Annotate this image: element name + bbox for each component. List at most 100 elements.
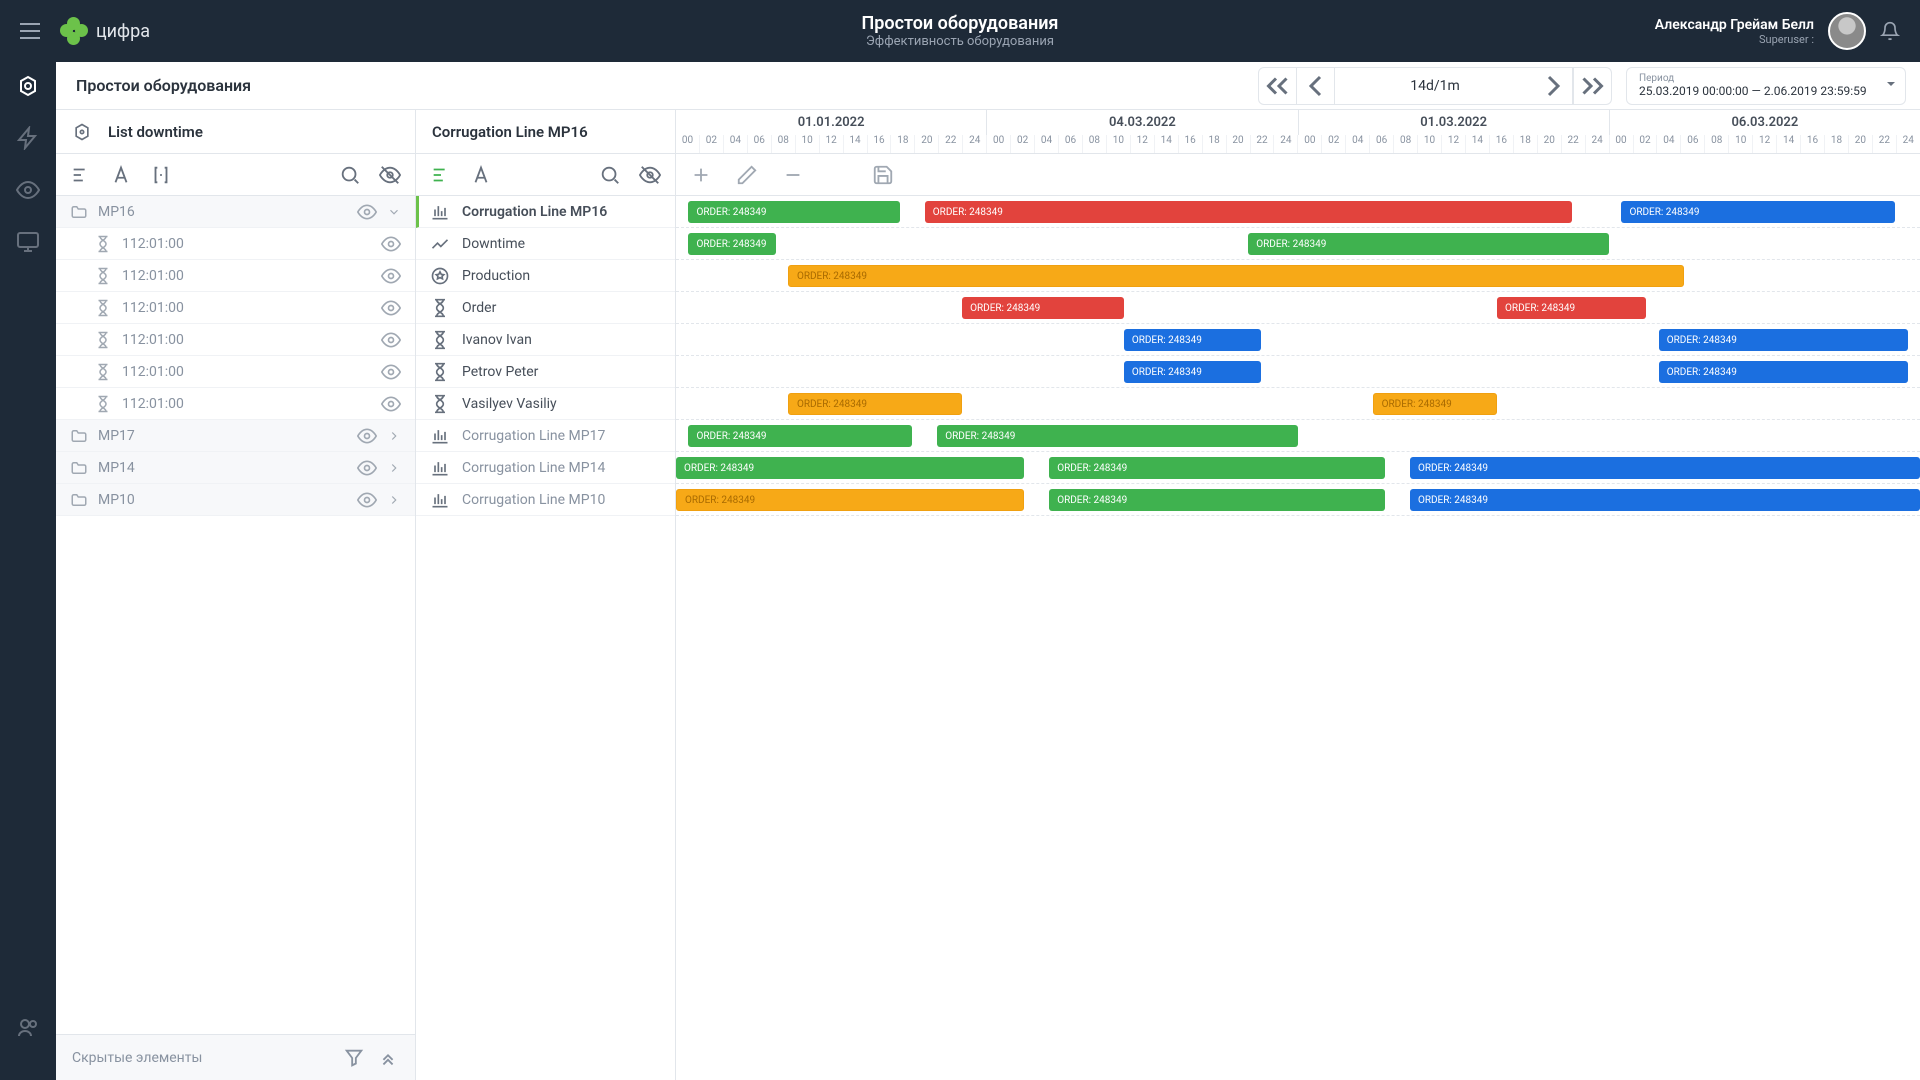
mid-row[interactable]: Production [416,260,675,292]
brand-logo[interactable]: цифра [60,17,150,45]
mid-row[interactable]: Downtime [416,228,675,260]
tree-group-MP10[interactable]: MP10 [56,484,415,516]
gantt-bar[interactable]: ORDER: 248349 [962,297,1124,319]
gantt-row: ORDER: 248349 ORDER: 248349 ORDER: 248349 [676,484,1920,516]
eye-icon[interactable] [381,394,401,414]
tree-group-MP17[interactable]: MP17 [56,420,415,452]
mid-row[interactable]: Corrugation Line MP10 [416,484,675,516]
eye-icon[interactable] [357,426,377,446]
rail-bolt-icon[interactable] [16,126,40,150]
rail-eye-icon[interactable] [16,178,40,202]
collapse-icon[interactable] [377,1047,399,1069]
chevron-right-icon[interactable] [387,429,401,443]
gantt-bar[interactable]: ORDER: 248349 [1124,361,1261,383]
mid-row[interactable]: Petrov Peter [416,356,675,388]
eye-off-icon[interactable] [379,164,401,186]
tree-group-MP14[interactable]: MP14 [56,452,415,484]
bracket-icon[interactable] [150,164,172,186]
eye-icon[interactable] [381,266,401,286]
gantt-bar[interactable]: ORDER: 248349 [1659,329,1908,351]
tree-item-label: 112:01:00 [122,300,371,316]
tree-item-label: 112:01:00 [122,332,371,348]
time-scale[interactable]: 14d/1m [1335,78,1535,94]
gantt-hour: 18 [1514,135,1538,153]
gantt-bar[interactable]: ORDER: 248349 [925,201,1572,223]
nav-next-icon[interactable] [1535,68,1573,104]
chevron-down-icon[interactable] [387,205,401,219]
gantt-bar[interactable]: ORDER: 248349 [1410,457,1920,479]
eye-icon[interactable] [381,330,401,350]
tree-item[interactable]: 112:01:00 [56,260,415,292]
search-icon[interactable] [339,164,361,186]
tree-item[interactable]: 112:01:00 [56,324,415,356]
gantt-bar[interactable]: ORDER: 248349 [1124,329,1261,351]
eye-icon[interactable] [357,458,377,478]
filter-icon[interactable] [343,1047,365,1069]
gantt-bar[interactable]: ORDER: 248349 [676,457,1024,479]
plus-icon[interactable] [690,164,712,186]
nav-first-icon[interactable] [1259,68,1297,104]
gantt-bar[interactable]: ORDER: 248349 [788,265,1684,287]
tree-item[interactable]: 112:01:00 [56,388,415,420]
eye-icon[interactable] [381,298,401,318]
gantt-bar[interactable]: ORDER: 248349 [1049,457,1385,479]
nav-last-icon[interactable] [1573,68,1611,104]
eye-icon[interactable] [381,234,401,254]
text-a-icon[interactable] [470,164,492,186]
period-selector[interactable]: Период 25.03.2019 00:00:00 — 2.06.2019 2… [1626,67,1906,105]
gantt-bar[interactable]: ORDER: 248349 [788,393,962,415]
gantt-hour: 08 [1394,135,1418,153]
gantt-hour: 06 [1681,135,1705,153]
line-icon [430,490,450,510]
gantt-day: 01.01.2022 [676,110,987,135]
hourglass-icon [94,267,112,285]
mid-row[interactable]: Vasilyev Vasiliy [416,388,675,420]
eye-off-icon[interactable] [639,164,661,186]
rail-monitor-icon[interactable] [16,230,40,254]
gantt-bar[interactable]: ORDER: 248349 [1621,201,1895,223]
gantt-bar[interactable]: ORDER: 248349 [1373,393,1497,415]
search-icon[interactable] [599,164,621,186]
mid-row[interactable]: Corrugation Line MP17 [416,420,675,452]
chevron-right-icon[interactable] [387,461,401,475]
mid-row[interactable]: Ivanov Ivan [416,324,675,356]
eye-icon[interactable] [357,490,377,510]
gantt-bar[interactable]: ORDER: 248349 [1659,361,1908,383]
mid-row[interactable]: Order [416,292,675,324]
tree-item[interactable]: 112:01:00 [56,356,415,388]
minus-icon[interactable] [782,164,804,186]
gantt-bar[interactable]: ORDER: 248349 [937,425,1298,447]
gantt-bar[interactable]: ORDER: 248349 [1497,297,1646,319]
eye-icon[interactable] [381,362,401,382]
tree-item[interactable]: 112:01:00 [56,228,415,260]
mid-row[interactable]: Corrugation Line MP14 [416,452,675,484]
gantt-bar[interactable]: ORDER: 248349 [688,425,912,447]
eye-icon[interactable] [357,202,377,222]
rail-module-icon[interactable] [16,74,40,98]
gantt-bar[interactable]: ORDER: 248349 [688,201,899,223]
gantt-bar[interactable]: ORDER: 248349 [1410,489,1920,511]
gantt-hour: 24 [1586,135,1610,153]
save-icon[interactable] [872,164,894,186]
tree-item[interactable]: 112:01:00 [56,292,415,324]
avatar[interactable] [1828,12,1866,50]
gantt-bar[interactable]: ORDER: 248349 [688,233,775,255]
tree-group-MP16[interactable]: MP16 [56,196,415,228]
gantt-hour: 24 [1274,135,1298,153]
text-a-icon[interactable] [110,164,132,186]
gantt-bar[interactable]: ORDER: 248349 [1248,233,1609,255]
tree-hier-icon[interactable] [430,164,452,186]
gantt-row: ORDER: 248349 ORDER: 248349 [676,356,1920,388]
rail-users-icon[interactable] [16,1016,40,1040]
tree-hier-icon[interactable] [70,164,92,186]
hamburger-icon[interactable] [20,23,40,39]
gantt-bar[interactable]: ORDER: 248349 [1049,489,1385,511]
pencil-icon[interactable] [736,164,758,186]
gantt-bar[interactable]: ORDER: 248349 [676,489,1024,511]
mid-row[interactable]: Corrugation Line MP16 [416,196,675,228]
nav-prev-icon[interactable] [1297,68,1335,104]
chevron-right-icon[interactable] [387,493,401,507]
bell-icon[interactable] [1880,21,1900,41]
mid-row-label: Vasilyev Vasiliy [462,396,557,412]
left-col-title: List downtime [108,123,203,141]
